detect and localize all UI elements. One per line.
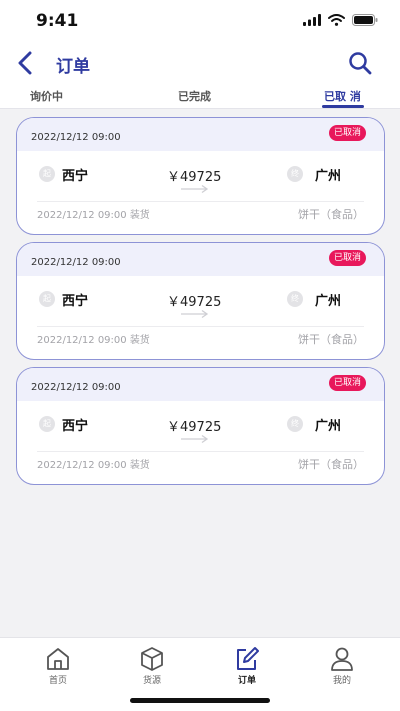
tabbar-label: 首页	[48, 676, 67, 686]
arrow-right-icon	[181, 184, 209, 194]
order-date: 2022/12/12 09:00	[31, 132, 121, 143]
order-date: 2022/12/12 09:00	[31, 382, 121, 393]
home-indicator	[130, 698, 270, 703]
order-price: ￥49725	[167, 420, 222, 435]
tabbar-item-home[interactable]: 首页	[28, 646, 88, 686]
wifi-icon	[328, 14, 345, 26]
search-icon	[349, 52, 372, 75]
card-divider	[37, 451, 364, 452]
tabbar-label: 订单	[237, 676, 256, 686]
home-icon	[47, 648, 69, 670]
box-icon	[141, 647, 163, 671]
goods-type: 饼干（食品）	[298, 333, 364, 346]
origin-city: 西宁	[62, 419, 89, 434]
status-bar: 9:41	[0, 0, 400, 44]
tabbar-item-cargo[interactable]: 货源	[122, 646, 182, 686]
destination-marker-icon: 终	[287, 291, 303, 307]
order-price: ￥49725	[167, 295, 222, 310]
load-time: 2022/12/12 09:00 装货	[37, 335, 150, 346]
search-button[interactable]	[346, 49, 374, 77]
destination-marker-icon: 终	[287, 416, 303, 432]
order-card[interactable]: 2022/12/12 09:00 已取消 起 西宁 ￥49725 终 广州 20…	[16, 367, 385, 485]
goods-type: 饼干（食品）	[298, 208, 364, 221]
load-time: 2022/12/12 09:00 装货	[37, 460, 150, 471]
user-icon	[331, 647, 353, 671]
signal-icon	[303, 14, 321, 26]
nav-bar: 订单	[0, 44, 400, 84]
tab-inquiring[interactable]: 询价中	[30, 88, 63, 104]
goods-type: 饼干（食品）	[298, 458, 364, 471]
arrow-right-icon	[181, 309, 209, 319]
destination-city: 广州	[315, 169, 342, 184]
tab-completed[interactable]: 已完成	[178, 88, 211, 104]
load-time: 2022/12/12 09:00 装货	[37, 210, 150, 221]
tabbar-label: 货源	[142, 676, 161, 686]
tab-active-indicator	[322, 105, 364, 108]
chevron-left-icon	[18, 51, 32, 75]
status-badge: 已取消	[328, 125, 366, 141]
tabbar-item-orders[interactable]: 订单	[217, 646, 277, 686]
status-badge: 已取消	[328, 375, 366, 391]
destination-marker-icon: 终	[287, 166, 303, 182]
battery-icon	[352, 14, 378, 26]
order-card[interactable]: 2022/12/12 09:00 已取消 起 西宁 ￥49725 终 广州 20…	[16, 242, 385, 360]
origin-city: 西宁	[62, 294, 89, 309]
card-divider	[37, 201, 364, 202]
order-date: 2022/12/12 09:00	[31, 257, 121, 268]
tabbar-label: 我的	[332, 676, 351, 686]
order-card[interactable]: 2022/12/12 09:00 已取消 起 西宁 ￥49725 终 广州 20…	[16, 117, 385, 235]
status-icons	[303, 14, 378, 26]
destination-city: 广州	[315, 419, 342, 434]
page-title: 订单	[56, 57, 90, 77]
edit-icon	[237, 647, 259, 670]
origin-city: 西宁	[62, 169, 89, 184]
arrow-right-icon	[181, 434, 209, 444]
card-divider	[37, 326, 364, 327]
origin-marker-icon: 起	[39, 416, 55, 432]
origin-marker-icon: 起	[39, 291, 55, 307]
status-time: 9:41	[36, 11, 79, 31]
origin-marker-icon: 起	[39, 166, 55, 182]
back-button[interactable]	[12, 48, 38, 78]
destination-city: 广州	[315, 294, 342, 309]
tab-cancelled[interactable]: 已取 消	[324, 88, 361, 104]
status-badge: 已取消	[328, 250, 366, 266]
order-price: ￥49725	[167, 170, 222, 185]
order-tabs: 询价中 已完成 已取 消	[0, 84, 400, 109]
tabbar-item-mine[interactable]: 我的	[312, 646, 372, 686]
